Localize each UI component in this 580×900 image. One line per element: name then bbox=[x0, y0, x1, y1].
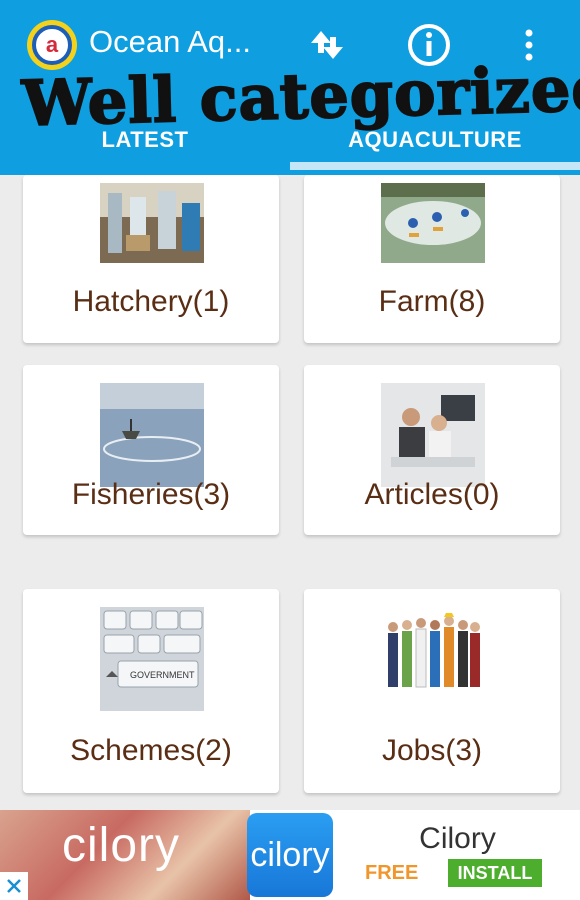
svg-text:GOVERNMENT: GOVERNMENT bbox=[130, 670, 195, 680]
category-card-hatchery[interactable]: Hatchery(1) bbox=[23, 175, 279, 343]
ad-install-button[interactable]: INSTALL bbox=[448, 859, 542, 887]
category-card-jobs[interactable]: Jobs(3) bbox=[304, 589, 560, 793]
category-card-articles[interactable]: Articles(0) bbox=[304, 365, 560, 535]
fisheries-photo bbox=[100, 383, 204, 487]
ad-banner-image[interactable]: cilory bbox=[0, 810, 250, 900]
category-label: Schemes(2) bbox=[70, 734, 232, 767]
schemes-photo: GOVERNMENT bbox=[100, 607, 204, 711]
ad-app-icon[interactable]: cilory bbox=[247, 813, 333, 897]
app-logo[interactable]: a bbox=[27, 20, 77, 70]
category-label: Jobs(3) bbox=[381, 734, 483, 767]
category-label: Farm(8) bbox=[378, 285, 486, 318]
ad-banner[interactable]: cilory cilory Cilory FREE INSTALL bbox=[0, 810, 580, 900]
farm-photo bbox=[381, 183, 485, 263]
jobs-photo bbox=[381, 607, 485, 711]
category-card-farm[interactable]: Farm(8) bbox=[304, 175, 560, 343]
category-label: Articles(0) bbox=[364, 478, 500, 511]
ad-app-name: Cilory bbox=[419, 822, 496, 855]
category-card-fisheries[interactable]: Fisheries(3) bbox=[23, 365, 279, 535]
category-label: Hatchery(1) bbox=[72, 285, 230, 318]
hatchery-photo bbox=[100, 183, 204, 263]
ad-price: FREE bbox=[365, 862, 419, 884]
articles-photo bbox=[381, 383, 485, 487]
app-logo-letter: a bbox=[32, 25, 72, 65]
app-bar: a Ocean Aq... Well categorized! LATEST A… bbox=[0, 0, 580, 175]
category-card-schemes[interactable]: GOVERNMENT Schemes(2) bbox=[23, 589, 279, 793]
ad-banner-text: cilory bbox=[62, 819, 181, 872]
selected-tab-indicator bbox=[290, 162, 580, 170]
tab-latest[interactable]: LATEST bbox=[0, 110, 290, 170]
close-icon[interactable] bbox=[0, 872, 28, 900]
category-label: Fisheries(3) bbox=[71, 478, 231, 511]
app-title: Ocean Aq... bbox=[89, 24, 251, 59]
category-grid: Hatchery(1) Farm(8) Fisheries(3) Article… bbox=[0, 175, 580, 810]
tab-aquaculture[interactable]: AQUACULTURE bbox=[290, 110, 580, 170]
